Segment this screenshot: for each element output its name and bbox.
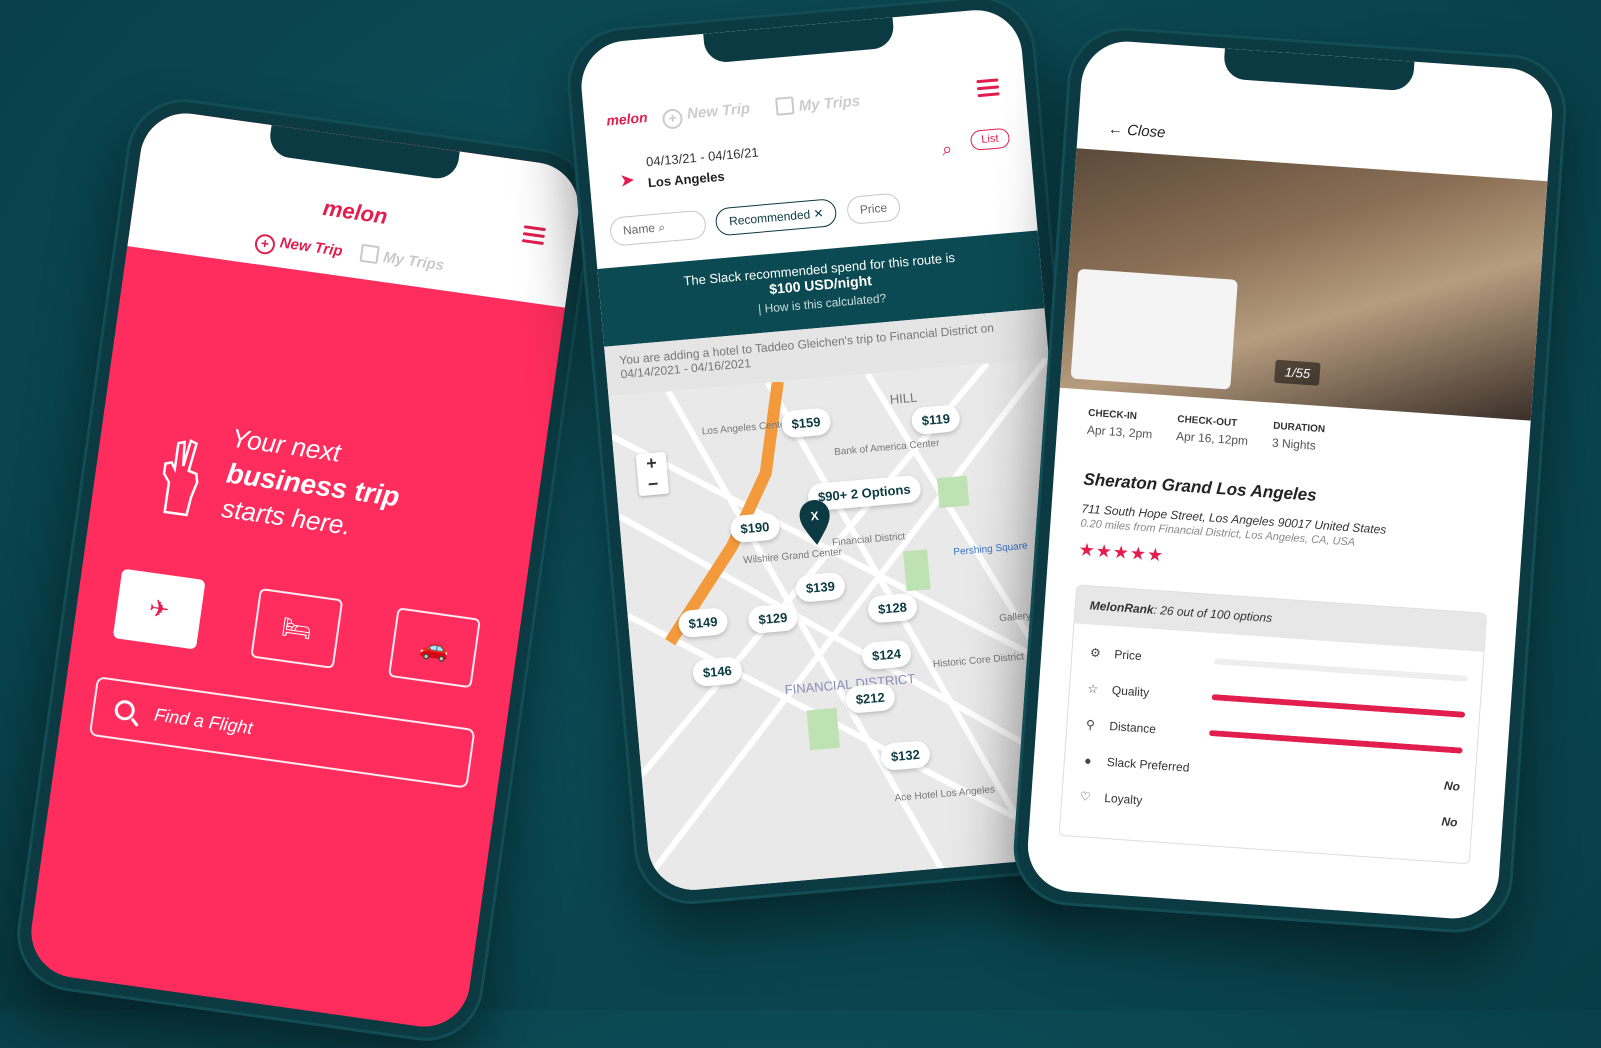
back-arrow-icon: ← <box>1107 120 1124 139</box>
find-flight-input[interactable]: Find a Flight <box>88 676 476 789</box>
airplane-icon: ✈ <box>147 594 171 624</box>
checkout: CHECK-OUT Apr 16, 12pm <box>1175 414 1249 448</box>
photo-counter: 1/55 <box>1274 359 1321 386</box>
my-trips-tab[interactable]: My Trips <box>359 243 445 274</box>
duration: DURATION 3 Nights <box>1271 420 1326 453</box>
hotel-photo[interactable]: 1/55 <box>1059 148 1548 421</box>
distance-bar <box>1208 729 1463 754</box>
suitcase-icon <box>359 243 380 265</box>
stay-dates: CHECK-IN Apr 13, 2pm CHECK-OUT Apr 16, 12p… <box>1087 408 1326 453</box>
quality-bar <box>1211 694 1466 718</box>
flight-mode-button[interactable]: ✈ <box>112 568 206 650</box>
new-trip-tab[interactable]: + New Trip <box>661 100 752 130</box>
plus-icon: + <box>253 232 276 256</box>
photo-bed <box>1070 268 1238 390</box>
checkin: CHECK-IN Apr 13, 2pm <box>1086 407 1153 442</box>
search-icon[interactable]: ⌕ <box>941 139 953 161</box>
hotel-detail-screen: ← Close 1/55 CHECK-IN Apr 13, 2pm CHECK-O… <box>1024 38 1556 922</box>
hotel-mode-button[interactable]: 🛏 <box>250 587 344 669</box>
menu-icon[interactable] <box>976 78 1000 98</box>
loyalty-icon: ♡ <box>1079 789 1092 804</box>
price-bar <box>1213 658 1468 682</box>
zoom-out-button[interactable]: − <box>637 473 669 497</box>
search-icon <box>113 698 137 722</box>
peace-hand-icon <box>162 439 199 517</box>
my-trips-tab[interactable]: My Trips <box>775 91 861 117</box>
bed-icon: 🛏 <box>279 612 314 644</box>
price-filter-chip[interactable]: Price <box>845 192 902 226</box>
map-label: HILL <box>889 389 918 408</box>
suitcase-icon <box>775 96 795 116</box>
melonrank-card: MelonRank: 26 out of 100 options ⚙ Price … <box>1058 584 1488 865</box>
close-button[interactable]: ← Close <box>1107 120 1166 141</box>
selected-location-marker-icon[interactable]: X <box>796 498 834 549</box>
filter-bar: Name ⌕ Recommended ✕ Price <box>608 192 907 247</box>
search-placeholder: Find a Flight <box>153 704 254 738</box>
hotel-name: Sheraton Grand Los Angeles <box>1082 469 1318 505</box>
price-icon: ⚙ <box>1089 645 1102 661</box>
notch <box>703 17 896 64</box>
map-screen: melon + New Trip My Trips ➤ 04/13/21 - 04… <box>577 6 1093 894</box>
map-zoom-control[interactable]: + − <box>635 451 670 497</box>
star-rating: ★★★★★ <box>1077 539 1165 566</box>
car-icon: 🚗 <box>417 632 452 664</box>
svg-text:X: X <box>810 509 819 524</box>
app-logo: melon <box>605 109 649 129</box>
phone-hotel-detail: ← Close 1/55 CHECK-IN Apr 13, 2pm CHECK-O… <box>1009 23 1571 937</box>
new-trip-tab[interactable]: + New Trip <box>253 231 344 260</box>
loyalty-value: No <box>1441 814 1459 830</box>
car-mode-button[interactable]: 🚗 <box>387 607 481 689</box>
home-screen: melon + New Trip My Trips Your next busin… <box>25 107 585 1033</box>
map-pin-icon: ⚲ <box>1085 717 1096 732</box>
menu-icon[interactable] <box>521 225 546 246</box>
phone-home: melon + New Trip My Trips Your next busin… <box>9 91 601 1048</box>
location-arrow-icon: ➤ <box>618 169 636 191</box>
hero: Your next business trip starts here. <box>162 413 503 541</box>
plus-icon: + <box>661 108 684 130</box>
travel-mode-selector: ✈ 🛏 🚗 <box>112 568 481 689</box>
star-icon: ☆ <box>1087 681 1099 697</box>
slack-badge-icon: ● <box>1083 753 1093 768</box>
zoom-in-button[interactable]: + <box>636 452 668 476</box>
name-filter-input[interactable]: Name ⌕ <box>608 209 708 247</box>
recommended-filter-chip[interactable]: Recommended ✕ <box>714 198 838 237</box>
slack-preferred-value: No <box>1443 778 1461 794</box>
notch <box>1222 48 1415 92</box>
